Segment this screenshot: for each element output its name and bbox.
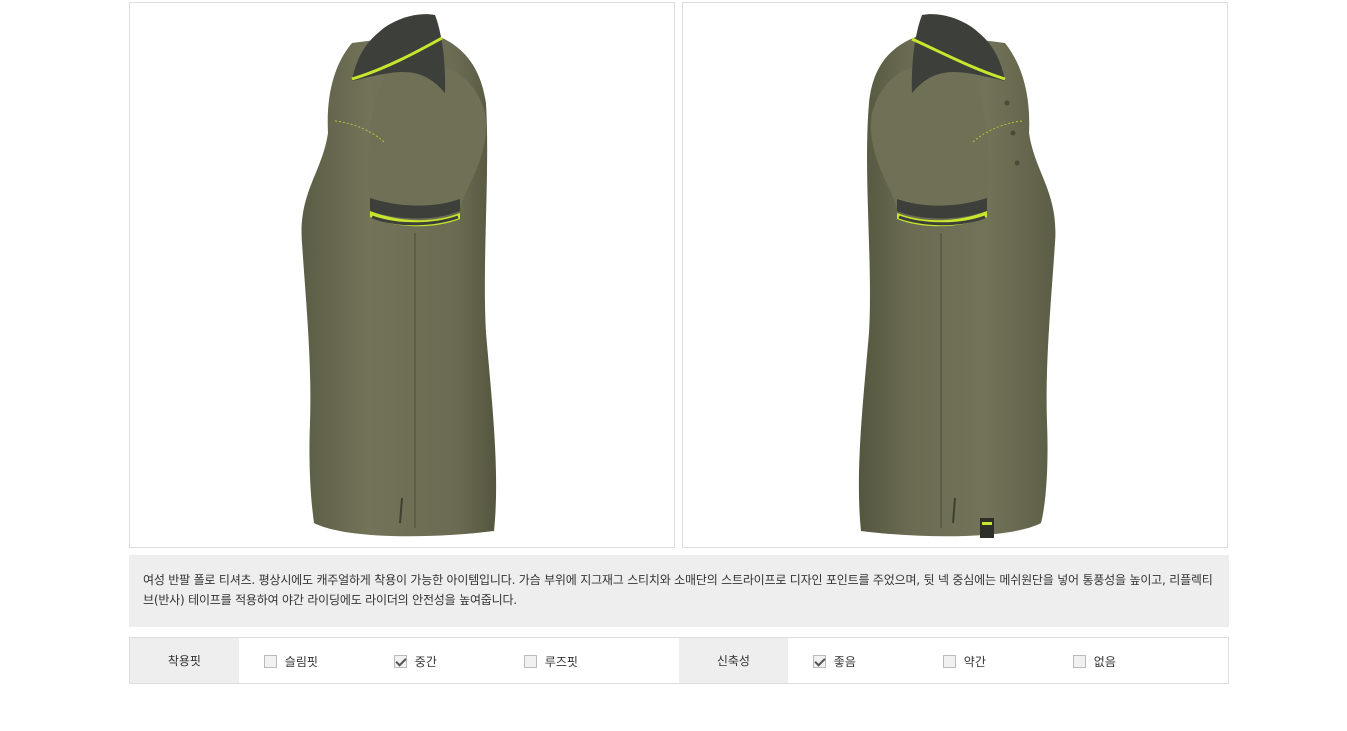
stretch-label: 신축성	[679, 638, 788, 683]
stretch-option-slight[interactable]: 약간	[942, 653, 986, 670]
stretch-options: 좋음 약간 없음	[788, 638, 1228, 683]
checkbox[interactable]	[942, 655, 956, 668]
checkbox[interactable]	[263, 655, 277, 668]
fit-option-label: 중간	[414, 655, 437, 669]
checkbox[interactable]	[812, 655, 826, 668]
fit-label: 착용핏	[130, 638, 239, 683]
polo-shirt-right-view-illustration	[858, 14, 1056, 538]
polo-shirt-left-view-illustration	[301, 14, 497, 537]
product-image-left-side	[129, 2, 675, 548]
fit-option-label: 슬림핏	[284, 655, 318, 669]
checkbox[interactable]	[393, 655, 407, 668]
stretch-option-label: 좋음	[833, 655, 856, 669]
fit-option-label: 루즈핏	[544, 655, 578, 669]
stretch-option-none[interactable]: 없음	[1072, 653, 1116, 670]
fit-options: 슬림핏 중간 루즈핏	[239, 638, 679, 683]
fit-option-loose[interactable]: 루즈핏	[523, 653, 578, 670]
stretch-option-label: 약간	[963, 655, 986, 669]
spec-table: 착용핏 슬림핏 중간 루즈핏 신축성 좋음 약간 없음	[129, 637, 1229, 684]
stretch-option-label: 없음	[1093, 655, 1116, 669]
fit-option-slim[interactable]: 슬림핏	[263, 653, 318, 670]
checkbox[interactable]	[523, 655, 537, 668]
product-description: 여성 반팔 폴로 티셔츠. 평상시에도 캐주얼하게 착용이 가능한 아이템입니다…	[129, 555, 1229, 627]
fit-option-regular[interactable]: 중간	[393, 653, 437, 670]
checkbox[interactable]	[1072, 655, 1086, 668]
product-image-right-side	[682, 2, 1228, 548]
stretch-option-good[interactable]: 좋음	[812, 653, 856, 670]
